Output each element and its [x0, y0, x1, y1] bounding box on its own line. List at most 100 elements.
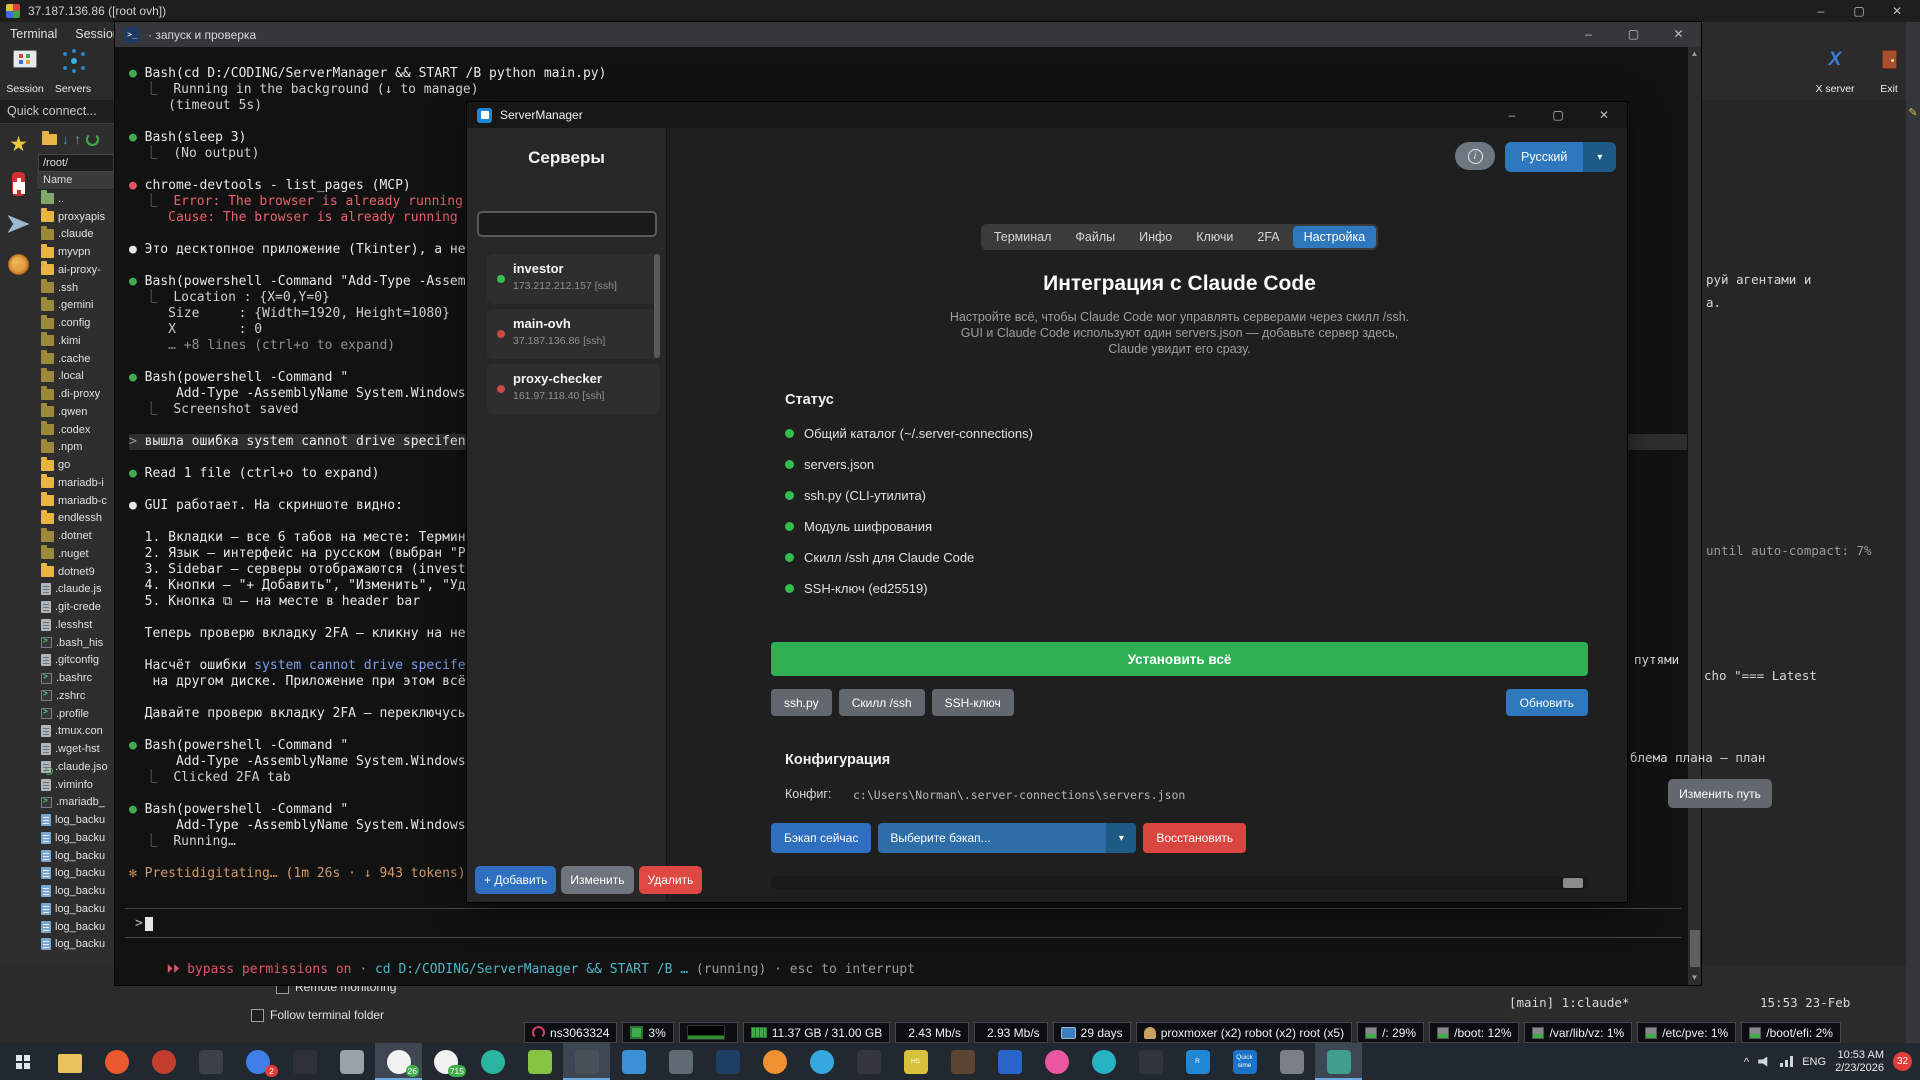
file-row[interactable]: .bashrc [37, 669, 115, 687]
component-button[interactable]: Скилл /ssh [838, 689, 925, 716]
file-row[interactable]: dotnet9 [37, 563, 115, 581]
download-icon[interactable]: ↓ [62, 131, 69, 147]
checkbox-icon[interactable] [251, 1008, 264, 1022]
menu-item[interactable]: Terminal [10, 27, 57, 41]
speaker-icon[interactable] [1758, 1056, 1768, 1067]
taskbar-app-button[interactable] [516, 1043, 563, 1080]
server-list-scrollbar[interactable] [654, 254, 660, 358]
close-icon[interactable]: ✕ [1656, 22, 1701, 47]
chevron-down-icon[interactable]: ▾ [1583, 142, 1617, 172]
taskbar-app-button[interactable] [939, 1043, 986, 1080]
file-row[interactable]: .cache [37, 350, 115, 368]
taskbar-app-button[interactable]: 26 [375, 1043, 422, 1080]
tab[interactable]: Файлы [1064, 226, 1126, 248]
taskbar-app-button[interactable] [328, 1043, 375, 1080]
servermanager-titlebar[interactable]: ServerManager – ▢ ✕ [467, 102, 1627, 128]
backup-now-button[interactable]: Бэкап сейчас [771, 823, 872, 853]
file-row[interactable]: .qwen [37, 403, 115, 421]
taskbar-app-button[interactable]: 2 [234, 1043, 281, 1080]
file-row[interactable]: log_backu [37, 811, 115, 829]
language-select[interactable]: Русский ▾ [1505, 142, 1617, 172]
taskbar-app-button[interactable] [46, 1043, 93, 1080]
taskbar-app-button[interactable]: R [1174, 1043, 1221, 1080]
language-indicator[interactable]: ENG [1802, 1056, 1826, 1068]
scroll-up-icon[interactable]: ▲ [1688, 47, 1701, 61]
taskbar-app-button[interactable] [1033, 1043, 1080, 1080]
taskbar-app-button[interactable] [798, 1043, 845, 1080]
file-row[interactable]: log_backu [37, 936, 115, 954]
file-row[interactable]: .config [37, 314, 115, 332]
info-button[interactable]: i [1455, 142, 1495, 170]
taskbar-app-button[interactable] [1268, 1043, 1315, 1080]
taskbar-app-button[interactable]: HS [892, 1043, 939, 1080]
file-row[interactable]: .wget-hst [37, 740, 115, 758]
file-row[interactable]: .profile [37, 705, 115, 723]
refresh-icon[interactable] [86, 132, 99, 146]
file-row[interactable]: .di-proxy [37, 385, 115, 403]
file-row[interactable]: log_backu [37, 900, 115, 918]
component-button[interactable]: ssh.py [771, 689, 832, 716]
taskbar-app-button[interactable] [657, 1043, 704, 1080]
scrollbar-thumb[interactable] [1689, 930, 1700, 967]
taskbar-app-button[interactable] [1127, 1043, 1174, 1080]
taskbar-app-button[interactable] [1080, 1043, 1127, 1080]
file-row[interactable]: .npm [37, 438, 115, 457]
maximize-icon[interactable]: ▢ [1535, 102, 1581, 128]
maximize-icon[interactable]: ▢ [1840, 0, 1878, 22]
restore-button[interactable]: Восстановить [1143, 823, 1247, 853]
change-path-button[interactable]: Изменить путь [1668, 779, 1772, 808]
file-row[interactable]: .git-crede [37, 598, 115, 616]
add-server-button[interactable]: + Добавить [475, 866, 557, 894]
file-row[interactable]: .dotnet [37, 527, 115, 545]
file-row[interactable]: .tmux.con [37, 723, 115, 741]
file-row[interactable]: .gemini [37, 296, 115, 315]
file-row[interactable]: .claude.jso [37, 758, 115, 776]
sftp-tab[interactable] [0, 204, 37, 244]
minimize-icon[interactable]: – [1489, 102, 1535, 128]
file-row[interactable]: go [37, 456, 115, 474]
file-row[interactable]: log_backu [37, 829, 115, 847]
file-row[interactable]: .ssh [37, 279, 115, 297]
taskbar-app-button[interactable] [93, 1043, 140, 1080]
tab[interactable]: Инфо [1128, 226, 1183, 248]
taskbar-app-button[interactable] [281, 1043, 328, 1080]
scrollbar-thumb[interactable] [1563, 878, 1583, 888]
chevron-down-icon[interactable]: ▾ [1106, 823, 1137, 853]
maximize-icon[interactable]: ▢ [1611, 22, 1656, 47]
file-row[interactable]: .claude.js [37, 581, 115, 599]
minimize-icon[interactable]: – [1566, 22, 1611, 47]
edit-server-button[interactable]: Изменить [561, 866, 634, 894]
prompt-input[interactable]: > [125, 908, 1681, 938]
file-row[interactable]: log_backu [37, 865, 115, 883]
follow-folder-checkbox[interactable]: Follow terminal folder [251, 1008, 384, 1022]
server-search-input[interactable] [477, 211, 657, 237]
session-button[interactable]: Session [2, 47, 48, 98]
network-icon[interactable] [1780, 1056, 1794, 1067]
file-row[interactable]: mariadb-c [37, 492, 115, 510]
taskbar-app-button[interactable]: Quick sime [1221, 1043, 1268, 1080]
tab[interactable]: 2FA [1246, 226, 1290, 248]
tab[interactable]: Терминал [983, 226, 1063, 248]
taskbar-app-button[interactable] [140, 1043, 187, 1080]
taskbar-app-button[interactable] [187, 1043, 234, 1080]
terminal-titlebar[interactable]: >_ · запуск и проверка – ▢ ✕ [115, 22, 1701, 47]
file-row[interactable]: proxyapis [37, 208, 115, 226]
file-row[interactable]: .bash_his [37, 634, 115, 652]
file-row[interactable]: .lesshst [37, 616, 115, 634]
servers-button[interactable]: Servers [50, 47, 96, 98]
close-icon[interactable]: ✕ [1581, 102, 1627, 128]
file-row[interactable]: endlessh [37, 509, 115, 528]
taskbar-app-button[interactable] [610, 1043, 657, 1080]
file-row[interactable]: .gitconfig [37, 652, 115, 670]
taskbar-app-button[interactable] [704, 1043, 751, 1080]
taskbar-app-button[interactable] [751, 1043, 798, 1080]
server-list-item[interactable]: main-ovh 37.187.136.86 [ssh] [487, 309, 660, 359]
file-row[interactable]: log_backu [37, 918, 115, 936]
file-row[interactable]: .local [37, 367, 115, 386]
file-row[interactable]: .mariadb_ [37, 794, 115, 812]
minimize-icon[interactable]: – [1802, 0, 1840, 22]
settings-hscrollbar[interactable] [771, 876, 1588, 890]
file-row[interactable]: .claude [37, 225, 115, 244]
upload-icon[interactable]: ↑ [74, 131, 81, 147]
taskbar-app-button[interactable] [986, 1043, 1033, 1080]
